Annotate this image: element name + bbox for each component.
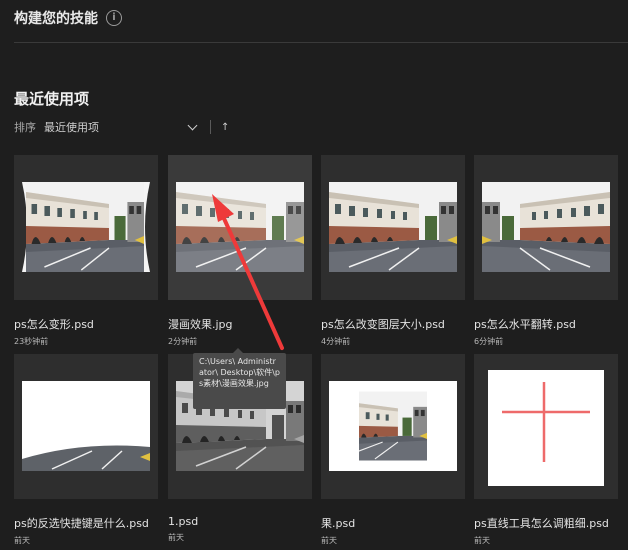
file-thumbnail[interactable] <box>321 155 465 300</box>
file-card[interactable]: ps直线工具怎么调粗细.psd 前天 <box>474 354 618 546</box>
sort-bar: 排序 最近使用项 ↑ <box>14 119 229 135</box>
file-time: 前天 <box>168 533 184 542</box>
red-cross-image <box>488 370 604 486</box>
sort-dropdown[interactable]: 最近使用项 <box>44 119 198 135</box>
file-thumbnail[interactable] <box>14 354 158 499</box>
file-time: 前天 <box>321 536 337 545</box>
sort-label: 排序 <box>14 121 36 134</box>
divider <box>14 42 628 43</box>
file-card[interactable]: ps怎么改变图层大小.psd 4分钟前 <box>321 155 465 347</box>
file-name: 1.psd <box>168 515 199 528</box>
file-name: ps直线工具怎么调粗细.psd <box>474 517 609 530</box>
sort-divider <box>210 120 211 134</box>
flipped-street-image <box>482 182 610 272</box>
white-road-image <box>22 381 150 471</box>
file-thumbnail[interactable] <box>168 155 312 300</box>
arrow-up-icon[interactable]: ↑ <box>221 122 229 133</box>
file-name: ps怎么改变图层大小.psd <box>321 318 445 331</box>
recent-title: 最近使用项 <box>14 90 90 108</box>
file-time: 2分钟前 <box>168 337 198 346</box>
file-time: 前天 <box>14 536 30 545</box>
comic-street-image <box>176 182 304 272</box>
file-name: 漫画效果.jpg <box>168 318 233 331</box>
file-name: ps怎么水平翻转.psd <box>474 318 576 331</box>
file-card[interactable]: 漫画效果.jpg 2分钟前 <box>168 155 312 347</box>
section-header: 构建您的技能 i <box>14 8 122 28</box>
warped-street-image <box>22 182 150 272</box>
file-name: 果.psd <box>321 517 356 530</box>
file-thumbnail[interactable] <box>474 354 618 499</box>
file-path-tooltip: C:\Users\ Administrator\ Desktop\软件\ps素材… <box>193 348 286 409</box>
cropped-street-image <box>329 381 457 471</box>
file-thumbnail[interactable] <box>474 155 618 300</box>
file-time: 6分钟前 <box>474 337 504 346</box>
file-card[interactable]: ps怎么变形.psd 23秒钟前 <box>14 155 158 347</box>
street-image <box>329 182 457 272</box>
file-card[interactable]: 果.psd 前天 <box>321 354 465 546</box>
file-thumbnail[interactable] <box>321 354 465 499</box>
file-name: ps怎么变形.psd <box>14 318 94 331</box>
sort-value: 最近使用项 <box>44 121 99 134</box>
chevron-down-icon <box>187 120 198 131</box>
file-thumbnail[interactable] <box>14 155 158 300</box>
file-card[interactable]: ps的反选快捷键是什么.psd 前天 <box>14 354 158 546</box>
file-name: ps的反选快捷键是什么.psd <box>14 517 149 530</box>
section-title: 构建您的技能 <box>14 11 98 27</box>
file-time: 4分钟前 <box>321 337 351 346</box>
file-card[interactable]: ps怎么水平翻转.psd 6分钟前 <box>474 155 618 347</box>
info-icon[interactable]: i <box>106 10 122 26</box>
file-time: 前天 <box>474 536 490 545</box>
file-time: 23秒钟前 <box>14 337 49 346</box>
